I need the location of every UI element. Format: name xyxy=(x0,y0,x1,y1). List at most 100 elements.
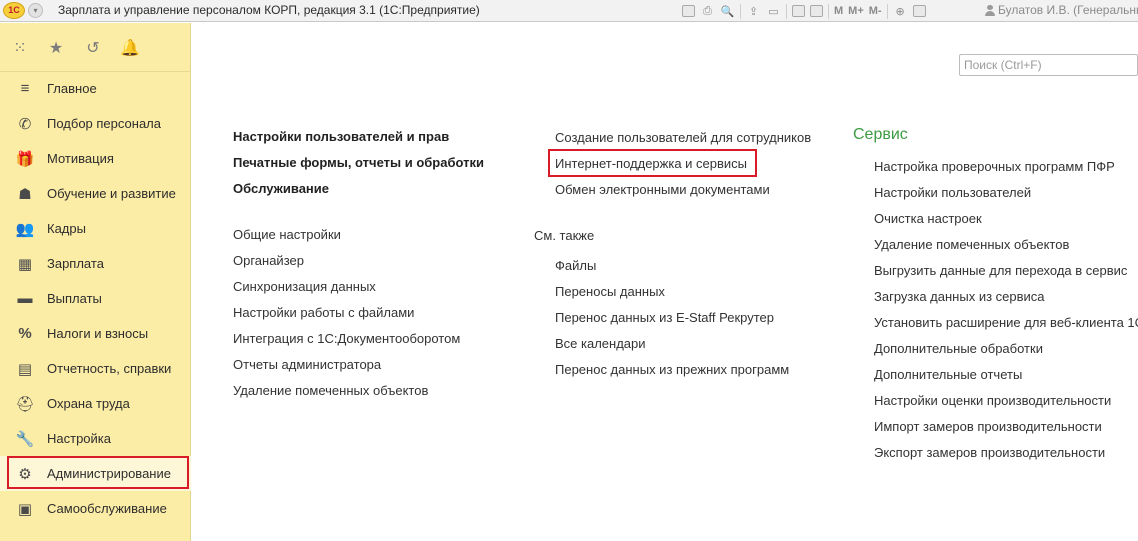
search-input[interactable]: Поиск (Ctrl+F) xyxy=(959,54,1138,76)
documents-icon: ▤ xyxy=(17,360,33,378)
link-data-transfers[interactable]: Переносы данных xyxy=(555,284,665,299)
toolbar-separator xyxy=(886,3,888,19)
link-user-settings-rights[interactable]: Настройки пользователей и прав xyxy=(233,129,449,144)
sidebar-item-label: Подбор персонала xyxy=(47,116,161,131)
section-title-service: Сервис xyxy=(853,126,908,143)
link-all-calendars[interactable]: Все календари xyxy=(555,336,646,351)
window-title: Зарплата и управление персоналом КОРП, р… xyxy=(58,3,480,17)
main-menu-button[interactable]: ▾ xyxy=(28,3,43,18)
toolbar-separator xyxy=(786,3,787,19)
sidebar-item-label: Обучение и развитие xyxy=(47,186,176,201)
link-general-settings[interactable]: Общие настройки xyxy=(233,227,341,242)
window-icon[interactable] xyxy=(912,5,926,17)
id-card-icon: ▣ xyxy=(17,500,33,518)
sidebar-item-salary[interactable]: ▦ Зарплата xyxy=(0,246,191,281)
link-service-item[interactable]: Выгрузить данные для перехода в сервис xyxy=(874,263,1127,278)
memory-minus-button[interactable]: M- xyxy=(869,4,882,18)
sidebar-item-main[interactable]: ≡ Главное xyxy=(0,71,191,106)
link-legacy-transfer[interactable]: Перенос данных из прежних программ xyxy=(555,362,789,377)
upload-icon[interactable]: ⇪ xyxy=(746,4,761,18)
print-icon[interactable]: ⎙ xyxy=(700,4,715,18)
calculator-icon[interactable] xyxy=(792,5,805,17)
phone-icon: ✆ xyxy=(18,115,32,133)
sidebar-item-label: Главное xyxy=(47,81,97,96)
sidebar-item-label: Самообслуживание xyxy=(47,501,167,516)
link-service-item[interactable]: Удаление помеченных объектов xyxy=(874,237,1069,252)
sidebar-item-label: Настройка xyxy=(47,431,111,446)
sidebar-item-settings[interactable]: 🔧 Настройка xyxy=(0,421,191,456)
link-file-settings[interactable]: Настройки работы с файлами xyxy=(233,305,414,320)
favorites-star-icon[interactable]: ★ xyxy=(46,39,66,57)
sidebar-item-training[interactable]: ☗ Обучение и развитие xyxy=(0,176,191,211)
link-maintenance[interactable]: Обслуживание xyxy=(233,181,329,196)
link-delete-marked-objects[interactable]: Удаление помеченных объектов xyxy=(233,383,428,398)
toolbar-separator xyxy=(740,3,741,19)
link-service-item[interactable]: Дополнительные обработки xyxy=(874,341,1043,356)
toolbar-separator xyxy=(828,3,829,19)
notifications-bell-icon[interactable]: 🔔 xyxy=(120,39,140,57)
sidebar-item-label: Администрирование xyxy=(47,466,171,481)
apps-grid-icon[interactable]: ⁙ xyxy=(10,39,30,57)
current-user[interactable]: Булатов И.В. (Генеральный xyxy=(985,3,1138,17)
sections-sidebar: ⁙ ★ ↺ 🔔 ≡ Главное ✆ Подбор персонала 🎁 М… xyxy=(0,23,191,541)
gear-icon: ⚙ xyxy=(18,465,32,483)
calculator-icon: ▦ xyxy=(17,255,33,273)
link-service-item[interactable]: Импорт замеров производительности xyxy=(874,419,1102,434)
link-service-item[interactable]: Настройка проверочных программ ПФР xyxy=(874,159,1115,174)
zoom-icon[interactable]: ⊕ xyxy=(893,4,908,18)
sidebar-item-label: Зарплата xyxy=(47,256,104,271)
card-icon: ▬ xyxy=(17,290,33,307)
link-service-item[interactable]: Дополнительные отчеты xyxy=(874,367,1022,382)
sidebar-item-label: Выплаты xyxy=(47,291,102,306)
link-estaff-transfer[interactable]: Перенос данных из E-Staff Рекрутер xyxy=(555,310,774,325)
menu-lines-icon: ≡ xyxy=(20,80,30,97)
link-internet-support[interactable]: Интернет-поддержка и сервисы xyxy=(555,156,747,171)
link-create-employee-users[interactable]: Создание пользователей для сотрудников xyxy=(555,130,811,145)
sidebar-item-labor-safety[interactable]: ⛑ Охрана труда xyxy=(0,386,191,421)
graduation-cap-icon: ☗ xyxy=(18,185,32,203)
save-icon[interactable] xyxy=(682,5,695,17)
link-service-item[interactable]: Установить расширение для веб-клиента 1С xyxy=(874,315,1138,330)
sidebar-item-administration[interactable]: ⚙ Администрирование xyxy=(0,456,191,491)
sidebar-item-label: Налоги и взносы xyxy=(47,326,149,341)
link-service-item[interactable]: Загрузка данных из сервиса xyxy=(874,289,1045,304)
link-files[interactable]: Файлы xyxy=(555,258,596,273)
gift-icon: 🎁 xyxy=(15,150,35,168)
title-bar: 1С ▾ Зарплата и управление персоналом КО… xyxy=(0,0,1138,22)
user-icon xyxy=(985,4,995,16)
link-data-sync[interactable]: Синхронизация данных xyxy=(233,279,376,294)
percent-icon: % xyxy=(18,325,32,342)
sidebar-item-motivation[interactable]: 🎁 Мотивация xyxy=(0,141,191,176)
toolbar: ⎙ 🔍 ⇪ ▭ M M+ M- ⊕ xyxy=(682,3,926,19)
sidebar-item-taxes[interactable]: % Налоги и взносы xyxy=(0,316,191,351)
sidebar-item-recruitment[interactable]: ✆ Подбор персонала xyxy=(0,106,191,141)
user-name: Булатов И.В. (Генеральный xyxy=(998,3,1138,17)
see-also-label: См. также xyxy=(534,228,595,243)
sidebar-item-label: Мотивация xyxy=(47,151,114,166)
print-preview-icon[interactable]: 🔍 xyxy=(720,4,735,18)
people-icon: 👥 xyxy=(15,220,35,238)
link-admin-reports[interactable]: Отчеты администратора xyxy=(233,357,381,372)
calendar-icon[interactable] xyxy=(810,5,823,17)
link-service-item[interactable]: Очистка настроек xyxy=(874,211,982,226)
link-docflow-integration[interactable]: Интеграция с 1С:Документооборотом xyxy=(233,331,460,346)
memory-m-button[interactable]: M xyxy=(834,4,843,18)
link-service-item[interactable]: Настройки оценки производительности xyxy=(874,393,1111,408)
link-edi[interactable]: Обмен электронными документами xyxy=(555,182,770,197)
1c-logo: 1С xyxy=(3,2,25,19)
link-service-item[interactable]: Настройки пользователей xyxy=(874,185,1031,200)
sidebar-item-label: Отчетность, справки xyxy=(47,361,172,376)
sidebar-item-payments[interactable]: ▬ Выплаты xyxy=(0,281,191,316)
link-organizer[interactable]: Органайзер xyxy=(233,253,304,268)
quick-access-bar: ⁙ ★ ↺ 🔔 xyxy=(0,23,191,72)
helmet-icon: ⛑ xyxy=(15,395,35,413)
link-service-item[interactable]: Экспорт замеров производительности xyxy=(874,445,1105,460)
memory-plus-button[interactable]: M+ xyxy=(848,4,864,18)
history-icon[interactable]: ↺ xyxy=(83,39,103,57)
sidebar-item-personnel[interactable]: 👥 Кадры xyxy=(0,211,191,246)
sidebar-item-label: Охрана труда xyxy=(47,396,130,411)
scanner-icon[interactable]: ▭ xyxy=(766,4,781,18)
sidebar-item-self-service[interactable]: ▣ Самообслуживание xyxy=(0,491,191,526)
link-print-forms-reports[interactable]: Печатные формы, отчеты и обработки xyxy=(233,155,484,170)
sidebar-item-reports[interactable]: ▤ Отчетность, справки xyxy=(0,351,191,386)
